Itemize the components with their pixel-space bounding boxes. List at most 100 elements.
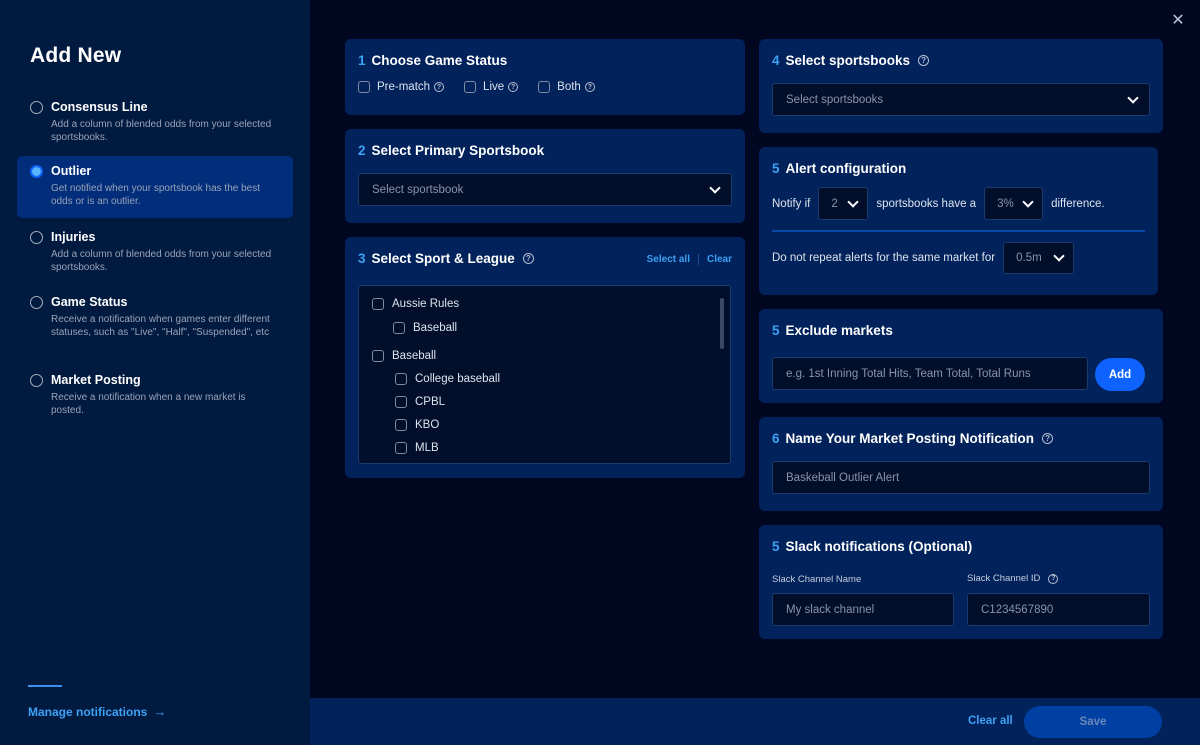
checkbox-icon[interactable] — [538, 81, 551, 93]
repeat-interval-select[interactable]: 0.5m — [1003, 241, 1075, 274]
list-item[interactable]: Baseball — [393, 322, 457, 334]
close-icon[interactable]: ✕ — [1170, 13, 1186, 29]
list-item-label: CPBL — [415, 396, 446, 408]
save-button[interactable]: Save — [1024, 706, 1162, 738]
card-game-status: 1 Choose Game Status Pre-match ? Live ? … — [345, 39, 745, 115]
slack-channel-name-input[interactable]: My slack channel — [772, 593, 954, 626]
clear-all-button[interactable]: Clear all — [968, 715, 1013, 727]
card-sport-league: 3 Select Sport & League ? Select all Cle… — [345, 237, 745, 478]
footer-bar: Clear all Save — [310, 698, 1200, 745]
radio-checked-icon[interactable] — [30, 164, 43, 178]
sidebar-title: Add New — [30, 44, 122, 67]
list-item-label: KBO — [415, 419, 440, 431]
channel-id-label: Slack Channel ID ? — [967, 573, 1059, 584]
checkbox-pre-match[interactable]: Pre-match ? — [358, 81, 445, 93]
notify-if-label: Notify if — [772, 197, 811, 210]
sidebar-divider — [28, 685, 62, 687]
help-icon[interactable]: ? — [1042, 433, 1054, 444]
chevron-down-icon — [709, 181, 721, 194]
checkbox-icon[interactable] — [395, 396, 407, 408]
sportsbook-count-select[interactable]: 2 — [818, 187, 869, 220]
select-all-link[interactable]: Select all — [647, 254, 690, 265]
card-title: 1 Choose Game Status — [358, 53, 732, 68]
manage-notifications-label: Manage notifications — [28, 704, 148, 719]
radio-icon[interactable] — [30, 230, 43, 244]
input-placeholder: Baskeball Outlier Alert — [786, 471, 900, 484]
select-value: 2 — [831, 197, 838, 210]
select-value: 3% — [997, 197, 1014, 210]
checkbox-icon[interactable] — [372, 350, 384, 362]
radio-icon[interactable] — [30, 100, 43, 114]
step-number: 4 — [772, 53, 780, 68]
step-number: 5 — [772, 539, 780, 554]
slack-channel-id-input[interactable]: C1234567890 — [967, 593, 1150, 626]
checkbox-icon[interactable] — [464, 81, 477, 93]
manage-notifications-link[interactable]: Manage notifications → — [28, 704, 166, 719]
exclude-markets-input[interactable]: e.g. 1st Inning Total Hits, Team Total, … — [772, 357, 1088, 390]
sportsbooks-select[interactable]: Select sportsbooks — [772, 83, 1150, 116]
end-label: difference. — [1051, 197, 1105, 210]
scrollbar[interactable] — [720, 298, 724, 349]
field-label-text: Slack Channel ID — [967, 573, 1041, 584]
option-consensus-line[interactable]: Consensus Line Add a column of blended o… — [17, 92, 293, 154]
list-item[interactable]: CPBL — [395, 396, 445, 408]
list-item[interactable]: College baseball — [395, 373, 500, 385]
list-item-label: College baseball — [415, 373, 501, 385]
list-item-label: Aussie Rules — [392, 298, 460, 310]
option-game-status[interactable]: Game Status Receive a notification when … — [17, 287, 293, 349]
notification-name-input[interactable]: Baskeball Outlier Alert — [772, 461, 1150, 494]
option-description: Receive a notification when games enter … — [51, 314, 270, 338]
card-title: 5 Alert configuration — [772, 161, 1145, 176]
checkbox-both[interactable]: Both ? — [538, 81, 595, 93]
help-icon[interactable]: ? — [508, 82, 519, 92]
checkbox-icon[interactable] — [393, 322, 405, 334]
add-button[interactable]: Add — [1095, 358, 1145, 391]
clear-link[interactable]: Clear — [707, 254, 732, 265]
option-market-posting[interactable]: Market Posting Receive a notification wh… — [17, 365, 293, 427]
step-title: Select Sport & League — [371, 251, 515, 266]
card-title: 6 Name Your Market Posting Notification … — [772, 431, 1150, 446]
option-outlier[interactable]: Outlier Get notified when your sportsboo… — [17, 156, 293, 218]
radio-icon[interactable] — [30, 373, 43, 387]
option-label: Consensus Line — [51, 100, 148, 114]
checkbox-icon[interactable] — [372, 298, 384, 310]
help-icon[interactable]: ? — [1048, 573, 1059, 584]
help-icon[interactable]: ? — [918, 55, 930, 66]
step-number: 5 — [772, 161, 780, 176]
step-number: 3 — [358, 251, 366, 266]
checkbox-icon[interactable] — [395, 373, 407, 385]
step-title: Select Primary Sportsbook — [371, 143, 545, 158]
field-label-text: Slack Channel Name — [772, 574, 862, 585]
chevron-down-icon — [1053, 249, 1065, 262]
help-icon[interactable]: ? — [434, 82, 445, 92]
difference-select[interactable]: 3% — [984, 187, 1044, 220]
checkbox-icon[interactable] — [358, 81, 370, 93]
select-placeholder: Select sportsbook — [372, 183, 464, 196]
list-item[interactable]: Aussie Rules — [372, 298, 459, 310]
card-primary-sportsbook: 2 Select Primary Sportsbook Select sport… — [345, 129, 745, 223]
radio-icon[interactable] — [30, 295, 43, 309]
primary-sportsbook-select[interactable]: Select sportsbook — [358, 173, 732, 206]
card-exclude-markets: 5 Exclude markets e.g. 1st Inning Total … — [759, 309, 1163, 403]
input-placeholder: e.g. 1st Inning Total Hits, Team Total, … — [786, 367, 1031, 380]
checkbox-live[interactable]: Live ? — [464, 81, 519, 93]
list-item[interactable]: MLB — [395, 442, 439, 454]
checkbox-icon[interactable] — [395, 442, 407, 454]
help-icon[interactable]: ? — [584, 82, 595, 92]
repeat-label: Do not repeat alerts for the same market… — [772, 251, 996, 264]
card-title: 4 Select sportsbooks ? — [772, 53, 1150, 68]
step-number: 6 — [772, 431, 780, 446]
step-title: Slack notifications (Optional) — [785, 539, 973, 554]
checkbox-icon[interactable] — [395, 419, 407, 431]
card-alert-configuration: 5 Alert configuration Notify if 2 sports… — [759, 147, 1158, 295]
sidebar: Add New Consensus Line Add a column of b… — [0, 0, 310, 745]
step-number: 1 — [358, 53, 366, 68]
select-value: 0.5m — [1016, 251, 1042, 264]
card-title: 5 Slack notifications (Optional) — [772, 539, 1150, 554]
option-description: Add a column of blended odds from your s… — [51, 249, 272, 273]
list-item[interactable]: Baseball — [372, 350, 436, 362]
option-label: Outlier — [51, 164, 92, 178]
option-injuries[interactable]: Injuries Add a column of blended odds fr… — [17, 222, 293, 284]
help-icon[interactable]: ? — [522, 253, 534, 264]
list-item[interactable]: KBO — [395, 419, 439, 431]
